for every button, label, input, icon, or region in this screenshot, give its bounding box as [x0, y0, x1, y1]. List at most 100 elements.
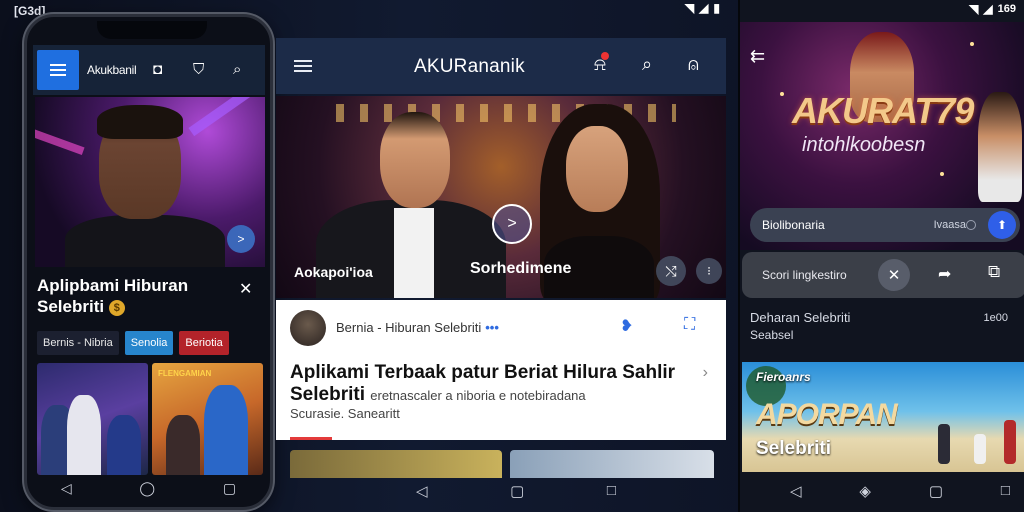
phone-mockup: Akukbanil ◘ ⛉ ⌕ > Aplipbami Hiburan Sele…	[24, 14, 273, 510]
search-input[interactable]: Biolibonaria	[762, 218, 825, 232]
sparkle	[780, 92, 784, 96]
nav-recents-icon[interactable]: □	[1001, 482, 1010, 500]
chip-category[interactable]: Bernis - Nibria	[37, 331, 119, 355]
close-icon[interactable]: ✕	[878, 259, 910, 291]
search-icon[interactable]: ⌕	[233, 61, 241, 78]
action-sheet-label: Scori lingkestiro	[762, 268, 847, 282]
phone-nav-bar: ◁ ◯ ▢	[27, 475, 270, 501]
nav-home-icon[interactable]: ▢	[929, 482, 943, 500]
nav-home-icon[interactable]: ◯	[139, 480, 155, 497]
beach-person	[1004, 420, 1016, 464]
thumbnail-person	[107, 415, 141, 475]
article-byline: Bernia - Hiburan Selebriti •••	[336, 320, 499, 335]
list-item-title[interactable]: Deharan Selebriti	[750, 310, 850, 325]
celebrity-face	[566, 126, 628, 212]
thumbnail-caption: FLENGAMIAN	[158, 369, 212, 378]
middle-nav-bar: ◁ ▢ □	[416, 482, 616, 500]
middle-hero-image[interactable]: > Aokapoi'ioa Sorhedimene ⤭ ⁝	[276, 96, 726, 298]
phone-chip-row: Bernis - Nibria Senolia Beriotia	[37, 331, 261, 355]
neon-light	[35, 126, 85, 156]
avatar[interactable]	[290, 310, 326, 346]
brand-tagline: intohlkoobesn	[802, 134, 926, 156]
list-item-time: 1e00	[983, 312, 1008, 324]
more-icon[interactable]: ⁝	[696, 258, 722, 284]
phone-hero-image[interactable]: >	[35, 97, 265, 267]
middle-status-icons: ◥ ◢ ▮	[685, 2, 720, 14]
shuffle-icon[interactable]: ⤭	[656, 256, 686, 286]
wifi-icon: ◢	[699, 1, 709, 15]
back-icon[interactable]: ⇇	[750, 46, 765, 67]
right-app-screen: ◥ ◢ 169 ⇇ AKURAT79 intohlkoobesn Biolibo…	[738, 0, 1024, 512]
phone-hero-title: Aplipbami Hiburan Selebriti $	[37, 275, 227, 317]
byline-text: Bernia - Hiburan Selebriti	[336, 320, 482, 335]
bookmark-icon[interactable]: ⛉	[193, 61, 204, 78]
read-progress-bar	[290, 437, 332, 440]
menu-icon	[50, 61, 66, 79]
middle-app-title: AKURananik	[414, 56, 525, 77]
menu-icon[interactable]	[294, 57, 312, 75]
article-headline: Aplikami Terbaak patur Beriat Hilura Sah…	[290, 362, 700, 407]
right-status-icons: ◥ ◢ 169	[969, 3, 1016, 15]
headline-tail: eretnascaler a niboria e notebiradana	[370, 388, 586, 403]
chip-red[interactable]: Beriotia	[179, 331, 229, 355]
heart-icon[interactable]: ❥	[620, 316, 633, 336]
thumbnail-person	[204, 385, 248, 475]
thumbnail-card[interactable]	[37, 363, 148, 475]
nav-rotate-icon[interactable]: ◈	[859, 482, 871, 500]
notification-icon[interactable]: ◘	[153, 61, 162, 78]
chevron-right-icon[interactable]: ›	[703, 364, 708, 382]
nav-back-icon[interactable]: ◁	[790, 482, 802, 500]
phone-menu-button[interactable]	[37, 50, 79, 90]
action-sheet: Scori lingkestiro ✕ ➦ ⧉	[742, 252, 1024, 298]
nav-home-icon[interactable]: ▢	[510, 482, 524, 500]
celebrity-face	[380, 112, 450, 208]
article-subline: Scurasie. Sanearitt	[290, 406, 400, 421]
screenshot-stage: [G3d] Akukbanil ◘ ⛉ ⌕ > Aplipbami Hibura…	[0, 0, 1024, 512]
chip-blue[interactable]: Senolia	[124, 331, 174, 355]
beach-person	[974, 434, 986, 464]
next-card-preview[interactable]	[290, 450, 502, 478]
search-icon[interactable]: ⌕	[642, 54, 652, 75]
celebrity-hair	[97, 105, 183, 139]
search-hint: Ivaasa	[933, 219, 966, 231]
next-card-preview[interactable]	[510, 450, 714, 478]
nav-back-icon[interactable]: ◁	[61, 480, 72, 497]
profile-icon[interactable]: ⍝	[688, 54, 699, 75]
nav-recents-icon[interactable]: □	[607, 482, 616, 500]
promo-card-label: Fieroanrs	[756, 370, 811, 384]
notification-badge	[600, 52, 609, 60]
beach-promo-card[interactable]: Fieroanrs APORPAN Selebriti	[742, 362, 1024, 472]
thumbnail-person	[166, 415, 200, 475]
coin-icon: $	[108, 299, 125, 316]
nav-back-icon[interactable]: ◁	[416, 482, 428, 500]
wifi-icon: ◥	[969, 2, 979, 16]
middle-app-bar: AKURananik ⍾ ⌕ ⍝	[276, 38, 726, 94]
phone-thumbnail-row: FLENGAMIAN	[37, 363, 263, 475]
celebrity-body	[65, 215, 225, 267]
phone-app-title: Akukbanil	[87, 63, 137, 77]
thumbnail-card[interactable]: FLENGAMIAN	[152, 363, 263, 475]
battery-icon: ▮	[713, 1, 720, 15]
play-icon[interactable]: >	[227, 225, 255, 253]
right-nav-bar: ◁ ◈ ▢ □	[790, 482, 1010, 500]
sparkle	[970, 42, 974, 46]
sparkle	[940, 172, 944, 176]
neon-light	[188, 97, 252, 137]
open-external-icon[interactable]: ⧉	[988, 262, 1000, 282]
search-bar[interactable]: Biolibonaria Ivaasa ⬆	[750, 208, 1020, 242]
beach-person	[938, 424, 950, 464]
record-icon[interactable]	[966, 220, 976, 230]
signal-icon: ◢	[983, 2, 993, 16]
mic-icon[interactable]: ⬆	[988, 211, 1016, 239]
hero-caption-center: Sorhedimene	[470, 260, 572, 277]
promo-card-title: APORPAN	[756, 398, 898, 431]
article-card[interactable]: Bernia - Hiburan Selebriti ••• ❥ ⛶ Aplika…	[276, 300, 726, 440]
expand-icon[interactable]: ⛶	[684, 316, 695, 334]
nav-recents-icon[interactable]: ▢	[223, 480, 236, 497]
share-icon[interactable]: ➦	[938, 264, 951, 284]
hero-caption-left: Aokapoi'ioa	[294, 264, 373, 280]
more-dots-icon[interactable]: •••	[485, 320, 499, 335]
close-icon[interactable]: ✕	[239, 279, 252, 299]
bell-icon[interactable]: ⍾	[594, 52, 609, 75]
play-icon[interactable]: >	[492, 204, 532, 244]
